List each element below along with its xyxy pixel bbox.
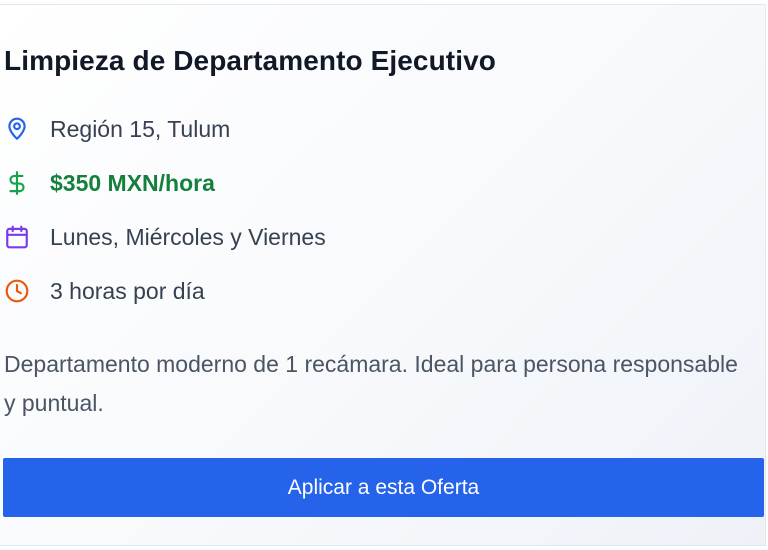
location-text: Región 15, Tulum (50, 115, 231, 142)
apply-button[interactable]: Aplicar a esta Oferta (3, 458, 764, 517)
price-row: $350 MXN/hora (4, 168, 215, 198)
job-description: Departamento moderno de 1 recámara. Idea… (4, 351, 738, 416)
clock-icon (4, 278, 30, 304)
schedule-row: Lunes, Miércoles y Viernes (4, 222, 326, 252)
job-title: Limpieza de Departamento Ejecutivo (4, 45, 496, 76)
duration-row: 3 horas por día (4, 276, 205, 306)
location-row: Región 15, Tulum (4, 114, 230, 144)
map-pin-icon (4, 116, 30, 142)
dollar-icon (4, 170, 30, 196)
schedule-text: Lunes, Miércoles y Viernes (50, 223, 326, 250)
duration-text: 3 horas por día (50, 277, 205, 304)
price-text: $350 MXN/hora (50, 169, 215, 196)
job-offer-card: Limpieza de Departamento Ejecutivo Regió… (0, 4, 766, 546)
calendar-icon (4, 224, 30, 250)
